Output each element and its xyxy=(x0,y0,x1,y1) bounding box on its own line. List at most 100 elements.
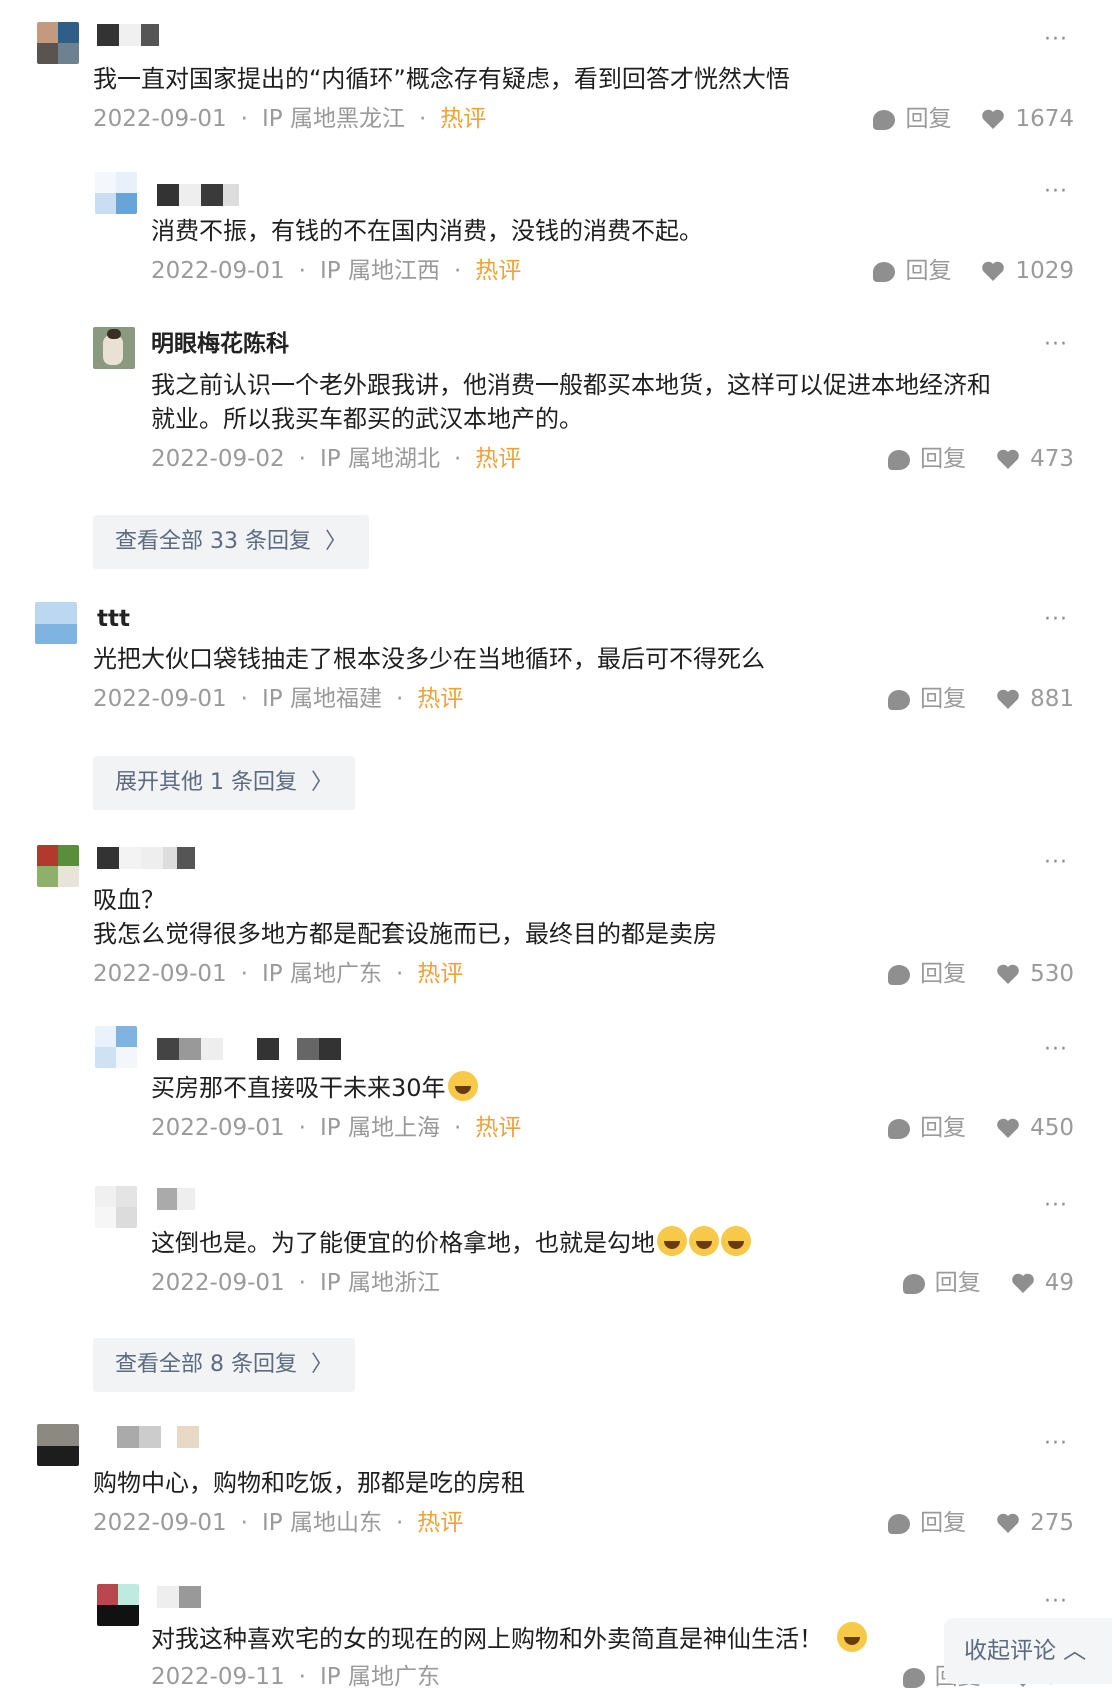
comment-actions: 回复 450 xyxy=(888,1113,1074,1143)
reply-button[interactable]: 回复 xyxy=(873,256,951,286)
comment-meta: 2022-09-01 · IP 属地广东 · 热评 xyxy=(93,961,464,987)
reply-icon xyxy=(873,261,896,282)
more-options-icon[interactable]: ··· xyxy=(1044,609,1068,631)
username-mosaic[interactable] xyxy=(157,184,239,206)
more-options-icon[interactable]: ··· xyxy=(1044,1039,1068,1061)
like-button[interactable]: 881 xyxy=(996,684,1074,714)
reply-button[interactable]: 回复 xyxy=(888,1113,966,1143)
username-mosaic[interactable] xyxy=(157,1586,203,1608)
laugh-cry-emoji-icon xyxy=(657,1226,687,1256)
like-button[interactable]: 275 xyxy=(996,1508,1074,1538)
comment-meta: 2022-09-01 · IP 属地上海 · 热评 xyxy=(151,1115,522,1141)
heart-icon xyxy=(997,964,1019,984)
chevron-right-icon: 〉 xyxy=(310,1352,333,1377)
more-options-icon[interactable]: ··· xyxy=(1044,1591,1068,1613)
heart-icon xyxy=(997,449,1019,469)
comment-meta: 2022-09-01 · IP 属地江西 · 热评 xyxy=(151,258,522,284)
avatar[interactable] xyxy=(37,845,79,887)
comment-text-line2: 就业。所以我买车都买的武汉本地产的。 xyxy=(151,405,583,433)
view-all-replies-button[interactable]: 查看全部 8 条回复〉 xyxy=(93,1338,355,1392)
laugh-cry-emoji-icon xyxy=(447,1071,478,1101)
collapse-comments-button[interactable]: 收起评论 ︿ xyxy=(944,1618,1112,1684)
avatar[interactable] xyxy=(93,327,135,369)
comment-meta: 2022-09-01 · IP 属地福建 · 热评 xyxy=(93,686,464,712)
reply-button[interactable]: 回复 xyxy=(888,959,966,989)
hot-badge: 热评 xyxy=(475,446,522,472)
username[interactable]: 明眼梅花陈科 xyxy=(151,329,289,359)
comment-text: 我一直对国家提出的“内循环”概念存有疑虑，看到回答才恍然大悟 xyxy=(93,65,790,93)
reply-button[interactable]: 回复 xyxy=(873,104,951,134)
reply-button[interactable]: 回复 xyxy=(888,684,966,714)
heart-icon xyxy=(1011,1273,1034,1293)
reply-icon xyxy=(873,109,896,130)
username-mosaic[interactable] xyxy=(157,1038,347,1060)
comment-text: 光把大伙口袋钱抽走了根本没多少在当地循环，最后可不得死么 xyxy=(93,645,765,673)
hot-badge: 热评 xyxy=(440,106,487,132)
comment-text: 这倒也是。为了能便宜的价格拿地，也就是勾地 xyxy=(151,1226,751,1260)
comment-meta: 2022-09-01 · IP 属地浙江 xyxy=(151,1270,440,1296)
username-mosaic[interactable] xyxy=(97,24,172,46)
username-mosaic[interactable] xyxy=(97,1426,207,1448)
laugh-cry-emoji-icon xyxy=(837,1622,867,1652)
comment-text: 我之前认识一个老外跟我讲，他消费一般都买本地货，这样可以促进本地经济和 xyxy=(151,371,991,399)
avatar[interactable] xyxy=(97,1584,139,1626)
like-button[interactable]: 49 xyxy=(1011,1268,1074,1298)
avatar[interactable] xyxy=(37,1424,79,1466)
more-options-icon[interactable]: ··· xyxy=(1044,1195,1068,1217)
like-button[interactable]: 1029 xyxy=(981,256,1074,286)
view-all-replies-button[interactable]: 查看全部 33 条回复〉 xyxy=(93,515,369,569)
username-mosaic[interactable] xyxy=(97,847,197,869)
comment-text: 消费不振，有钱的不在国内消费，没钱的消费不起。 xyxy=(151,217,703,245)
reply-button[interactable]: 回复 xyxy=(888,444,966,474)
comment-actions: 回复 1674 xyxy=(873,104,1074,134)
avatar[interactable] xyxy=(37,22,79,64)
avatar[interactable] xyxy=(95,1026,137,1068)
expand-replies-button[interactable]: 展开其他 1 条回复〉 xyxy=(93,756,355,810)
heart-icon xyxy=(982,261,1005,281)
comment-text-line2: 我怎么觉得很多地方都是配套设施而已，最终目的都是卖房 xyxy=(93,920,717,948)
like-button[interactable]: 450 xyxy=(996,1113,1074,1143)
comment-actions: 回复 275 xyxy=(888,1508,1074,1538)
chevron-right-icon: 〉 xyxy=(310,770,333,795)
like-button[interactable]: 1674 xyxy=(981,104,1074,134)
reply-icon xyxy=(888,964,911,985)
chevron-right-icon: 〉 xyxy=(324,529,347,554)
username-mosaic[interactable] xyxy=(157,1188,197,1210)
avatar[interactable] xyxy=(95,1186,137,1228)
comment-meta: 2022-09-02 · IP 属地湖北 · 热评 xyxy=(151,446,522,472)
avatar[interactable] xyxy=(35,602,77,644)
reply-icon xyxy=(888,1118,911,1139)
hot-badge: 热评 xyxy=(475,258,522,284)
comment-meta: 2022-09-01 · IP 属地山东 · 热评 xyxy=(93,1510,464,1536)
laugh-cry-emoji-icon xyxy=(689,1226,719,1256)
heart-icon xyxy=(997,1118,1019,1138)
reply-button[interactable]: 回复 xyxy=(888,1508,966,1538)
comment-meta: 2022-09-01 · IP 属地黑龙江 · 热评 xyxy=(93,106,487,132)
reply-button[interactable]: 回复 xyxy=(902,1268,981,1298)
more-options-icon[interactable]: ··· xyxy=(1044,29,1068,51)
like-button[interactable]: 530 xyxy=(996,959,1074,989)
comment-text: 买房那不直接吸干未来30年 xyxy=(151,1071,478,1105)
more-options-icon[interactable]: ··· xyxy=(1044,852,1068,874)
laugh-cry-emoji-icon xyxy=(721,1226,751,1256)
more-options-icon[interactable]: ··· xyxy=(1044,334,1068,356)
hot-badge: 热评 xyxy=(417,686,464,712)
comment-actions: 回复 49 xyxy=(902,1268,1074,1298)
more-options-icon[interactable]: ··· xyxy=(1044,181,1068,203)
username[interactable]: ttt xyxy=(97,604,130,634)
comment-actions: 回复 1029 xyxy=(873,256,1074,286)
reply-icon xyxy=(902,1273,925,1294)
like-button[interactable]: 473 xyxy=(996,444,1074,474)
comment-actions: 回复 473 xyxy=(888,444,1074,474)
reply-icon xyxy=(888,1513,911,1534)
heart-icon xyxy=(982,109,1005,129)
comment-text: 对我这种喜欢宅的女的现在的网上购物和外卖简直是神仙生活！ xyxy=(151,1622,867,1656)
more-options-icon[interactable]: ··· xyxy=(1044,1433,1068,1455)
comment-actions: 回复 530 xyxy=(888,959,1074,989)
comment-actions: 回复 881 xyxy=(888,684,1074,714)
hot-badge: 热评 xyxy=(475,1115,522,1141)
hot-badge: 热评 xyxy=(417,961,464,987)
comment-meta: 2022-09-11 · IP 属地广东 xyxy=(151,1664,440,1690)
reply-icon xyxy=(902,1667,925,1688)
avatar[interactable] xyxy=(95,172,137,214)
